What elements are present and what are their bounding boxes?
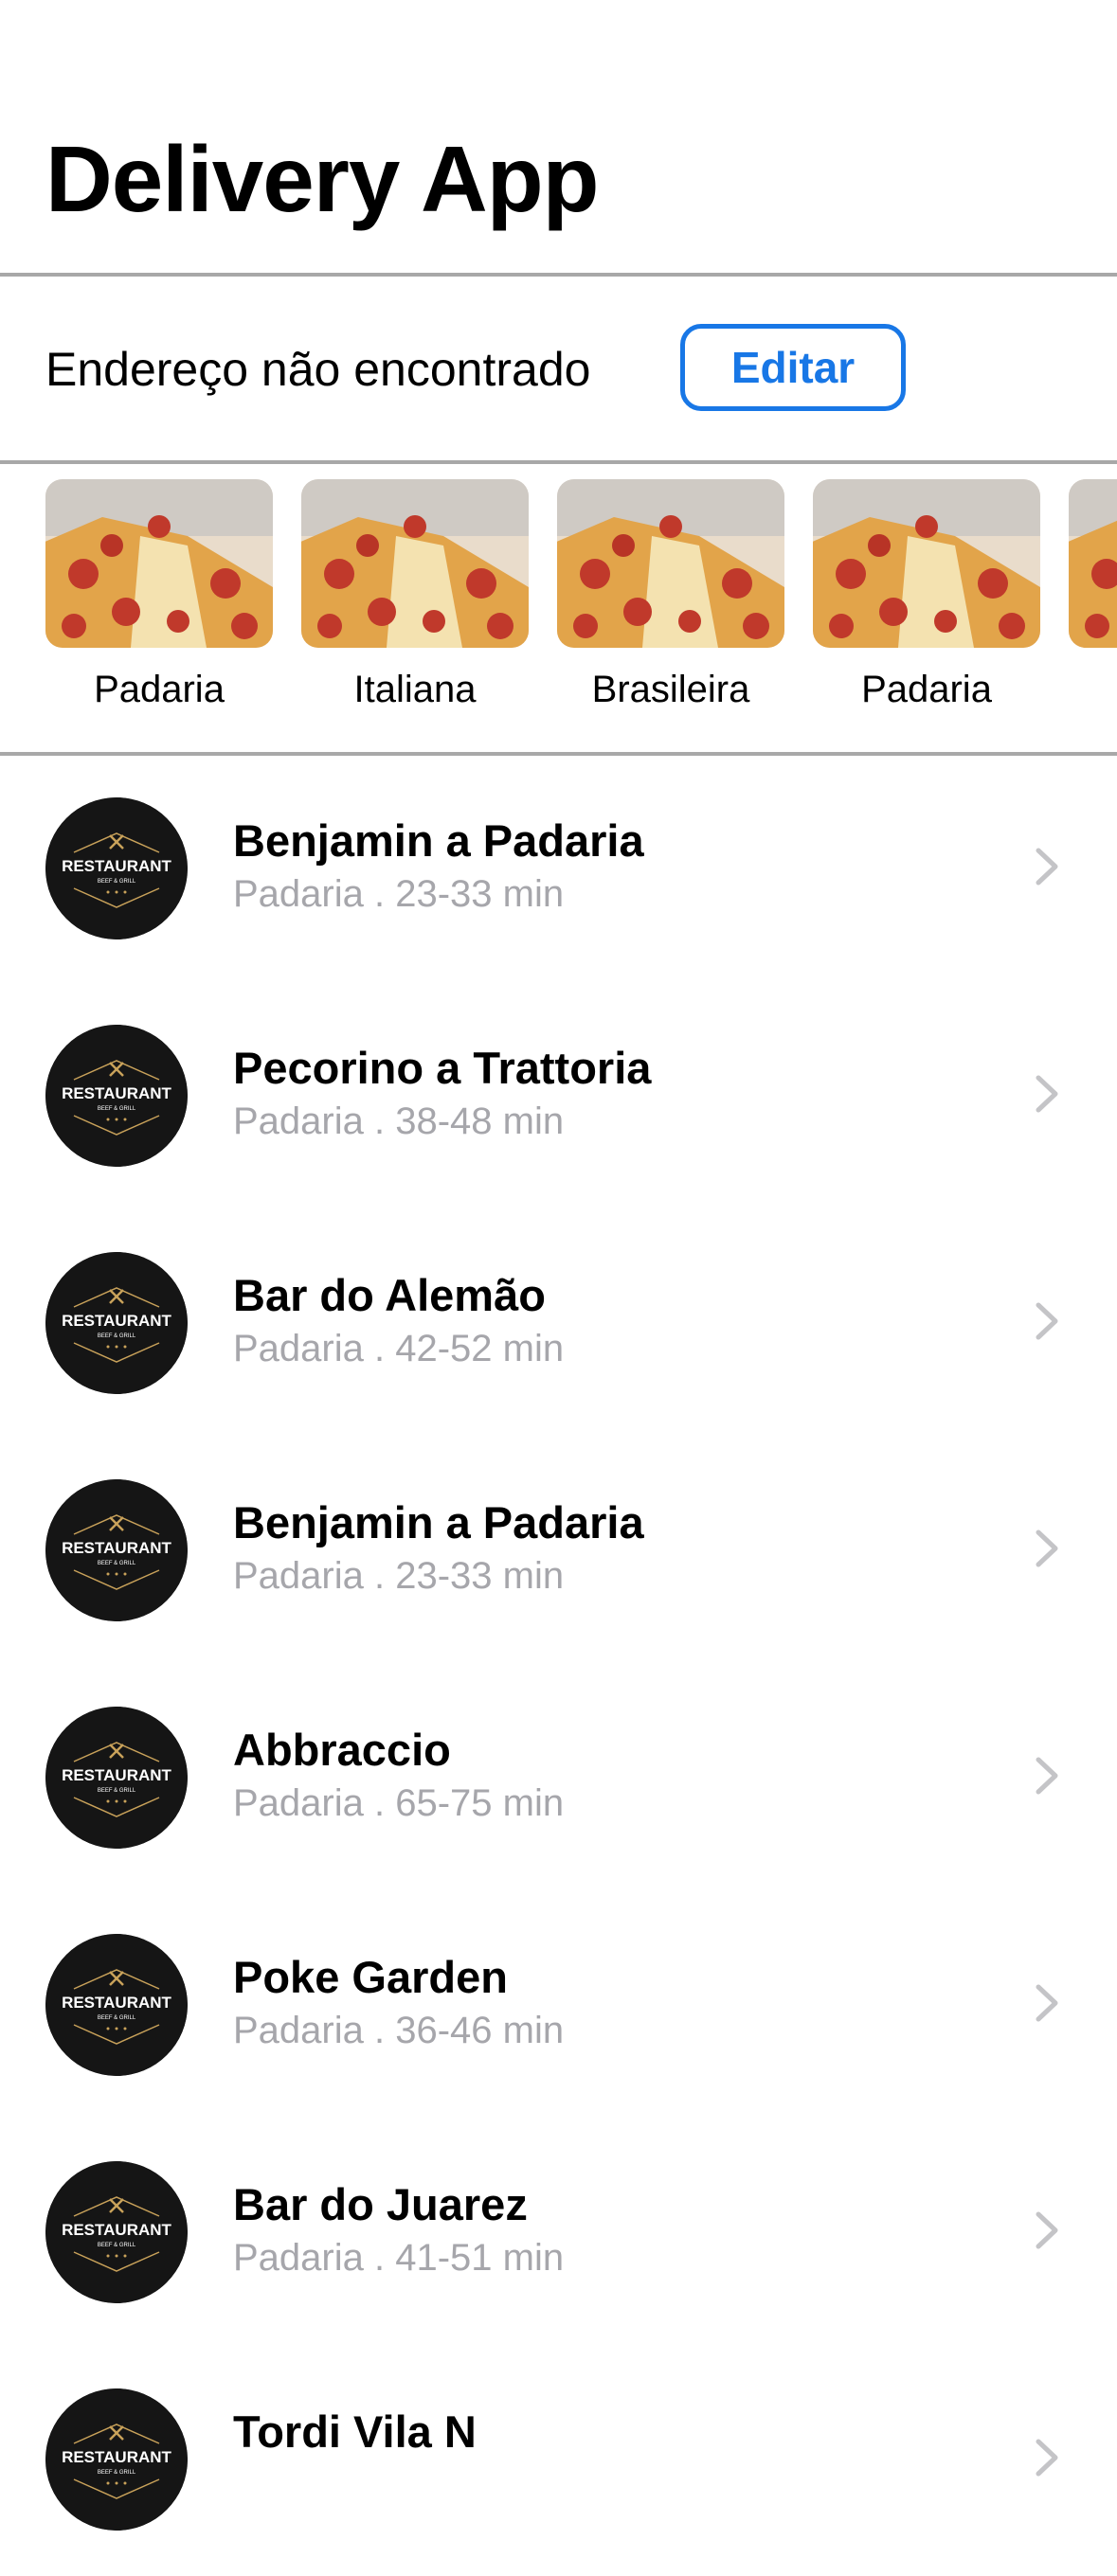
restaurant-meta: Padaria . 41-51 min — [233, 2237, 565, 2279]
category-label: Brasileira — [591, 669, 750, 710]
chevron-right-icon — [1036, 1530, 1058, 1567]
category-item[interactable]: Italiana — [301, 479, 529, 712]
logo-subtext: BEEF & GRILL — [98, 1561, 136, 1566]
pizza-image — [45, 479, 273, 648]
chevron-right-icon — [1036, 2211, 1058, 2249]
restaurant-row[interactable]: RESTAURANT BEEF & GRILL Tordi Vila N — [0, 2349, 1117, 2576]
restaurant-meta: Padaria . 23-33 min — [233, 1555, 565, 1597]
restaurant-meta: Padaria . 23-33 min — [233, 873, 565, 915]
restaurant-row[interactable]: RESTAURANT BEEF & GRILL Abbraccio Padaria… — [0, 1667, 1117, 1894]
restaurant-name: Bar do Alemão — [233, 1270, 546, 1320]
category-label: Italiana — [353, 669, 477, 710]
restaurant-meta: Padaria . 38-48 min — [233, 1100, 565, 1142]
chevron-right-icon — [1036, 1302, 1058, 1340]
restaurant-name: Benjamin a Padaria — [233, 815, 644, 866]
chevron-right-icon — [1036, 1984, 1058, 2022]
category-label: Padaria — [861, 669, 992, 710]
logo-subtext: BEEF & GRILL — [98, 879, 136, 885]
restaurant-logo: RESTAURANT BEEF & GRILL — [45, 1025, 188, 1167]
restaurant-row[interactable]: RESTAURANT BEEF & GRILL Pecorino a Tratt… — [0, 985, 1117, 1212]
restaurant-logo: RESTAURANT BEEF & GRILL — [45, 1934, 188, 2076]
pizza-image — [1069, 479, 1117, 648]
restaurant-row[interactable]: RESTAURANT BEEF & GRILL Bar do Juarez Pad… — [0, 2121, 1117, 2349]
category-label: Padaria — [94, 669, 225, 710]
restaurant-row[interactable]: RESTAURANT BEEF & GRILL Benjamin a Padar… — [0, 758, 1117, 985]
restaurant-meta: Padaria . 42-52 min — [233, 1328, 565, 1369]
restaurant-name: Bar do Juarez — [233, 2179, 528, 2229]
restaurant-logo: RESTAURANT BEEF & GRILL — [45, 2161, 188, 2303]
divider — [0, 752, 1117, 756]
logo-subtext: BEEF & GRILL — [98, 1333, 136, 1339]
logo-subtext: BEEF & GRILL — [98, 2015, 136, 2021]
logo-subtext: BEEF & GRILL — [98, 1788, 136, 1794]
logo-text: RESTAURANT — [62, 1994, 171, 2012]
logo-subtext: BEEF & GRILL — [98, 1106, 136, 1112]
restaurant-logo: RESTAURANT BEEF & GRILL — [45, 1479, 188, 1621]
logo-text: RESTAURANT — [62, 2221, 171, 2239]
restaurant-meta: Padaria . 65-75 min — [233, 1782, 565, 1824]
restaurant-name: Benjamin a Padaria — [233, 1497, 644, 1547]
edit-address-button[interactable]: Editar — [680, 324, 906, 411]
chevron-right-icon — [1036, 1075, 1058, 1113]
page-title: Delivery App — [45, 127, 599, 231]
restaurant-name: Pecorino a Trattoria — [233, 1043, 652, 1093]
chevron-right-icon — [1036, 1757, 1058, 1795]
restaurant-name: Tordi Vila N — [233, 2406, 477, 2457]
category-item[interactable]: Padaria — [813, 479, 1040, 712]
category-item[interactable]: Padaria — [45, 479, 273, 712]
category-item[interactable]: Brasileira — [557, 479, 784, 712]
restaurant-row[interactable]: RESTAURANT BEEF & GRILL Bar do Alemão Pad… — [0, 1212, 1117, 1440]
pizza-image — [557, 479, 784, 648]
restaurant-logo: RESTAURANT BEEF & GRILL — [45, 797, 188, 939]
logo-subtext: BEEF & GRILL — [98, 2470, 136, 2476]
logo-text: RESTAURANT — [62, 1539, 171, 1557]
restaurant-name: Abbraccio — [233, 1725, 451, 1775]
pizza-image — [301, 479, 529, 648]
logo-text: RESTAURANT — [62, 1084, 171, 1102]
chevron-right-icon — [1036, 848, 1058, 886]
category-carousel[interactable]: Padaria Italiana Brasileira Padaria — [0, 464, 1117, 752]
address-bar: Endereço não encontrado Editar — [0, 277, 1117, 460]
logo-text: RESTAURANT — [62, 1312, 171, 1330]
restaurant-meta: Padaria . 36-46 min — [233, 2010, 565, 2051]
logo-text: RESTAURANT — [62, 2448, 171, 2466]
address-text: Endereço não encontrado — [45, 343, 591, 396]
restaurant-logo: RESTAURANT BEEF & GRILL — [45, 2388, 188, 2531]
restaurant-name: Poke Garden — [233, 1952, 508, 2002]
logo-subtext: BEEF & GRILL — [98, 2243, 136, 2248]
restaurant-row[interactable]: RESTAURANT BEEF & GRILL Poke Garden Padar… — [0, 1894, 1117, 2121]
restaurant-row[interactable]: RESTAURANT BEEF & GRILL Benjamin a Padar… — [0, 1440, 1117, 1667]
restaurant-logo: RESTAURANT BEEF & GRILL — [45, 1707, 188, 1849]
pizza-image — [813, 479, 1040, 648]
chevron-right-icon — [1036, 2439, 1058, 2477]
logo-text: RESTAURANT — [62, 1766, 171, 1784]
restaurant-logo: RESTAURANT BEEF & GRILL — [45, 1252, 188, 1394]
logo-text: RESTAURANT — [62, 857, 171, 875]
category-item[interactable] — [1069, 479, 1117, 648]
